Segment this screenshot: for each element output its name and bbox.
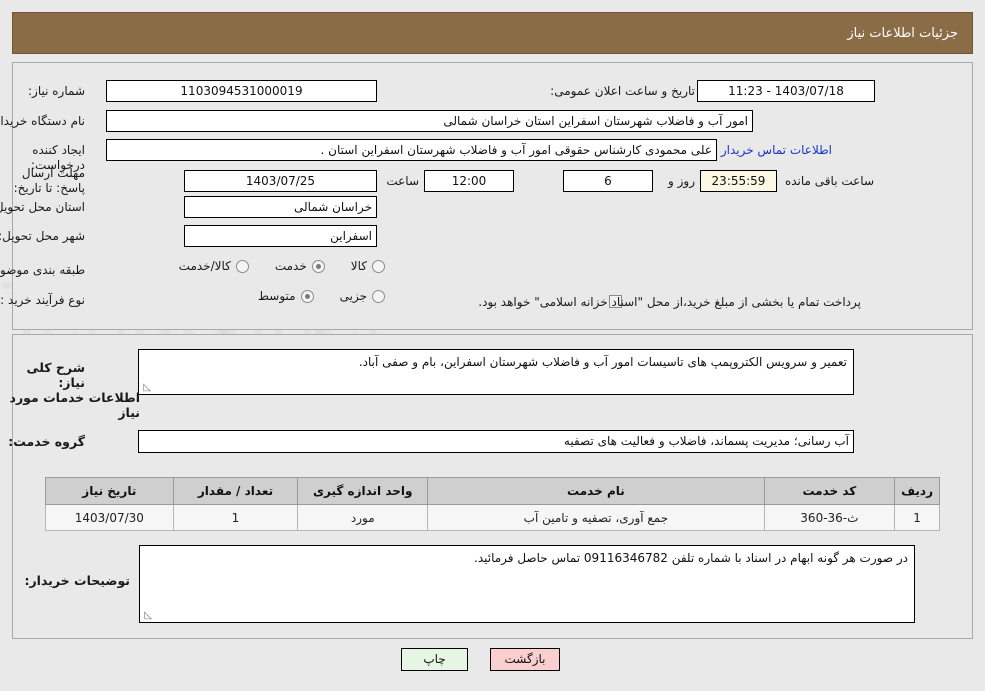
remaining-time-value: 23:55:59 [700, 170, 777, 192]
page-title: جزئیات اطلاعات نیاز [847, 25, 958, 41]
need-number-value: 1103094531000019 [106, 80, 377, 102]
announcement-datetime-label: تاریخ و ساعت اعلان عمومی: [550, 84, 695, 98]
print-button[interactable]: چاپ [401, 648, 468, 671]
radio-option-kala[interactable]: کالا [351, 259, 385, 273]
radio-circle-jozei[interactable] [372, 289, 385, 303]
resize-grip-icon-notes[interactable]: ◺ [142, 611, 152, 621]
page-root: AriaTender.net جزئیات اطلاعات نیاز شماره… [0, 0, 985, 691]
need-info-panel [12, 62, 973, 330]
buyer-org-label: نام دستگاه خریدار: [0, 114, 85, 128]
services-section-heading: اطلاعات خدمات مورد نیاز [9, 390, 140, 420]
request-creator-value: علی محمودی کارشناس حقوقی امور آب و فاضلا… [106, 139, 717, 161]
remaining-days-label: روز و [668, 174, 695, 188]
radio-label-jozei: جزیی [339, 289, 367, 303]
cell-date: 1403/07/30 [45, 504, 174, 531]
radio-option-jozei[interactable]: جزیی [340, 289, 385, 303]
buyer-notes-textarea[interactable]: در صورت هر گونه ابهام در اسناد با شماره … [139, 545, 915, 623]
back-button[interactable]: بازگشت [490, 648, 560, 671]
delivery-province-value: خراسان شمالی [184, 196, 377, 218]
col-header-date: تاریخ نیاز [45, 477, 174, 505]
radio-label-kala: کالا [350, 259, 367, 273]
announcement-datetime-value: 1403/07/18 - 11:23 [697, 80, 875, 102]
cell-row: 1 [894, 504, 940, 531]
delivery-city-label: شهر محل تحویل: [0, 229, 85, 243]
cell-unit: مورد [297, 504, 429, 531]
table-header-row: ردیف کد خدمت نام خدمت واحد اندازه گیری ت… [45, 477, 940, 505]
col-header-name: نام خدمت [427, 477, 765, 505]
delivery-city-value: اسفراین [184, 225, 377, 247]
col-header-qty: تعداد / مقدار [172, 477, 299, 505]
remaining-time-suffix: ساعت باقی مانده [784, 174, 874, 188]
deadline-date-value: 1403/07/25 [184, 170, 377, 192]
deadline-hour-label: ساعت [386, 174, 419, 188]
service-group-label: گروه خدمت: [8, 434, 85, 449]
buyer-notes-value: در صورت هر گونه ابهام در اسناد با شماره … [474, 551, 908, 565]
col-header-code: کد خدمت [763, 477, 896, 505]
subject-category-radio-group[interactable]: کالا خدمت کالا/خدمت [179, 259, 385, 273]
treasury-documents-text: پرداخت تمام یا بخشی از مبلغ خرید،از محل … [478, 295, 861, 309]
radio-option-khedmat[interactable]: خدمت [275, 259, 325, 273]
need-number-label: شماره نیاز: [28, 84, 85, 98]
radio-circle-khedmat[interactable] [311, 259, 325, 273]
purchase-process-label: نوع فرآیند خرید : [0, 293, 85, 307]
general-description-label: شرح کلی نیاز: [26, 360, 85, 390]
general-description-textarea[interactable]: تعمیر و سرویس الکتروپمپ های تاسیسات امور… [138, 349, 854, 395]
buyer-contact-link[interactable]: اطلاعات تماس خریدار [721, 139, 832, 161]
remaining-days-value: 6 [563, 170, 653, 192]
general-description-value: تعمیر و سرویس الکتروپمپ های تاسیسات امور… [358, 355, 847, 369]
page-header-bar: جزئیات اطلاعات نیاز [12, 12, 973, 54]
buyer-notes-label: توضیحات خریدار: [24, 573, 130, 588]
radio-circle-motavaset[interactable] [300, 289, 314, 303]
cell-code: ث-36-360 [763, 504, 896, 531]
cell-qty: 1 [172, 504, 299, 531]
table-row: 1 ث-36-360 جمع آوری، تصفیه و تامین آب مو… [45, 504, 940, 531]
services-table: ردیف کد خدمت نام خدمت واحد اندازه گیری ت… [45, 477, 940, 531]
resize-grip-icon[interactable]: ◺ [141, 383, 151, 393]
col-header-unit: واحد اندازه گیری [297, 477, 429, 505]
radio-label-kala-khedmat: کالا/خدمت [178, 259, 231, 273]
radio-option-motavaset[interactable]: متوسط [258, 289, 314, 303]
deadline-hour-value: 12:00 [424, 170, 514, 192]
radio-circle-kala[interactable] [372, 259, 385, 273]
cell-name: جمع آوری، تصفیه و تامین آب [427, 504, 765, 531]
radio-circle-kala-khedmat[interactable] [235, 259, 249, 273]
buyer-org-value: امور آب و فاضلاب شهرستان اسفراین استان خ… [106, 110, 753, 132]
service-group-value: آب رسانی؛ مدیریت پسماند، فاضلاب و فعالیت… [138, 430, 854, 453]
radio-label-khedmat: خدمت [274, 259, 307, 273]
purchase-process-radio-group[interactable]: جزیی متوسط [258, 289, 385, 303]
delivery-province-label: استان محل تحویل: [0, 200, 85, 214]
subject-category-label: طبقه بندی موضوعی: [0, 263, 85, 277]
col-header-row: ردیف [894, 477, 940, 505]
radio-label-motavaset: متوسط [257, 289, 296, 303]
response-deadline-label: مهلت ارسال پاسخ: تا تاریخ: [13, 166, 85, 195]
radio-option-kala-khedmat[interactable]: کالا/خدمت [179, 259, 249, 273]
